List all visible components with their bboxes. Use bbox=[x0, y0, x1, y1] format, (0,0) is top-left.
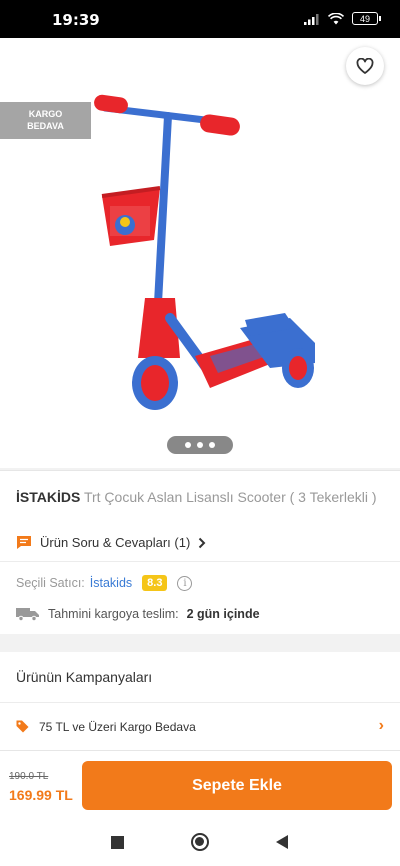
campaigns-panel: Ürünün Kampanyaları 75 TL ve Üzeri Kargo… bbox=[0, 652, 400, 750]
back-arrow-icon bbox=[19, 58, 39, 76]
qa-label: Ürün Soru & Cevapları (1) bbox=[40, 535, 191, 550]
seller-rating-badge: 8.3 bbox=[142, 575, 168, 591]
recents-button[interactable] bbox=[111, 836, 124, 849]
seller-row: Seçili Satıcı: İstakids 8.3 i bbox=[16, 575, 193, 591]
wifi-icon bbox=[328, 12, 344, 24]
carousel-dot[interactable] bbox=[197, 442, 203, 448]
status-bar: 19:39 49 bbox=[0, 0, 400, 38]
info-icon[interactable]: i bbox=[177, 575, 193, 591]
system-nav-bar bbox=[0, 820, 400, 866]
system-back-button[interactable] bbox=[276, 835, 288, 849]
product-info-panel: İSTAKİDS Trt Çocuk Aslan Lisanslı Scoote… bbox=[0, 470, 400, 634]
product-brand[interactable]: İSTAKİDS bbox=[16, 489, 80, 505]
status-time: 19:39 bbox=[52, 11, 100, 29]
delivery-value: 2 gün içinde bbox=[186, 607, 260, 621]
tag-icon bbox=[16, 720, 29, 733]
campaign-label: 75 TL ve Üzeri Kargo Bedava bbox=[39, 720, 196, 734]
product-name: Trt Çocuk Aslan Lisanslı Scooter ( 3 Tek… bbox=[83, 489, 377, 505]
delivery-row: Tahmini kargoya teslim: 2 gün içinde bbox=[16, 607, 260, 621]
carousel-dot[interactable] bbox=[185, 442, 191, 448]
badge-line-2: BEDAVA bbox=[27, 121, 64, 131]
battery-level: 49 bbox=[359, 13, 370, 24]
qa-link[interactable]: Ürün Soru & Cevapları (1) bbox=[16, 535, 206, 550]
share-icon bbox=[302, 58, 320, 76]
seller-label: Seçili Satıcı: bbox=[16, 576, 85, 590]
campaigns-title: Ürünün Kampanyaları bbox=[16, 669, 153, 685]
truck-icon bbox=[16, 608, 39, 621]
delivery-label: Tahmini kargoya teslim: bbox=[48, 607, 179, 621]
free-shipping-badge: KARGO BEDAVA bbox=[0, 102, 91, 139]
home-button[interactable] bbox=[191, 833, 209, 851]
campaign-item[interactable]: 75 TL ve Üzeri Kargo Bedava › bbox=[0, 702, 400, 750]
chat-icon bbox=[17, 536, 31, 549]
status-icons: 49 bbox=[304, 12, 381, 25]
chevron-right-icon: › bbox=[378, 717, 384, 734]
signal-icon bbox=[304, 13, 319, 25]
seller-name-link[interactable]: İstakids bbox=[90, 576, 132, 590]
carousel-dot[interactable] bbox=[209, 442, 215, 448]
share-button[interactable] bbox=[296, 52, 326, 82]
current-price: 169.99 TL bbox=[9, 787, 73, 803]
product-image-area[interactable]: KARGO BEDAVA bbox=[0, 38, 400, 468]
favorite-button[interactable] bbox=[346, 47, 384, 85]
image-carousel-dots[interactable] bbox=[167, 436, 233, 454]
add-to-cart-button[interactable]: Sepete Ekle bbox=[82, 761, 392, 810]
heart-icon bbox=[356, 58, 374, 74]
old-price: 190.0 TL bbox=[9, 771, 49, 782]
divider bbox=[0, 561, 400, 562]
badge-line-1: KARGO bbox=[28, 109, 63, 119]
battery-icon: 49 bbox=[352, 12, 381, 25]
cart-bar: 190.0 TL 169.99 TL Sepete Ekle bbox=[0, 750, 400, 820]
back-button[interactable] bbox=[14, 52, 44, 82]
product-image[interactable] bbox=[80, 88, 340, 418]
product-title: İSTAKİDS Trt Çocuk Aslan Lisanslı Scoote… bbox=[16, 488, 386, 506]
chevron-right-icon bbox=[199, 537, 206, 548]
